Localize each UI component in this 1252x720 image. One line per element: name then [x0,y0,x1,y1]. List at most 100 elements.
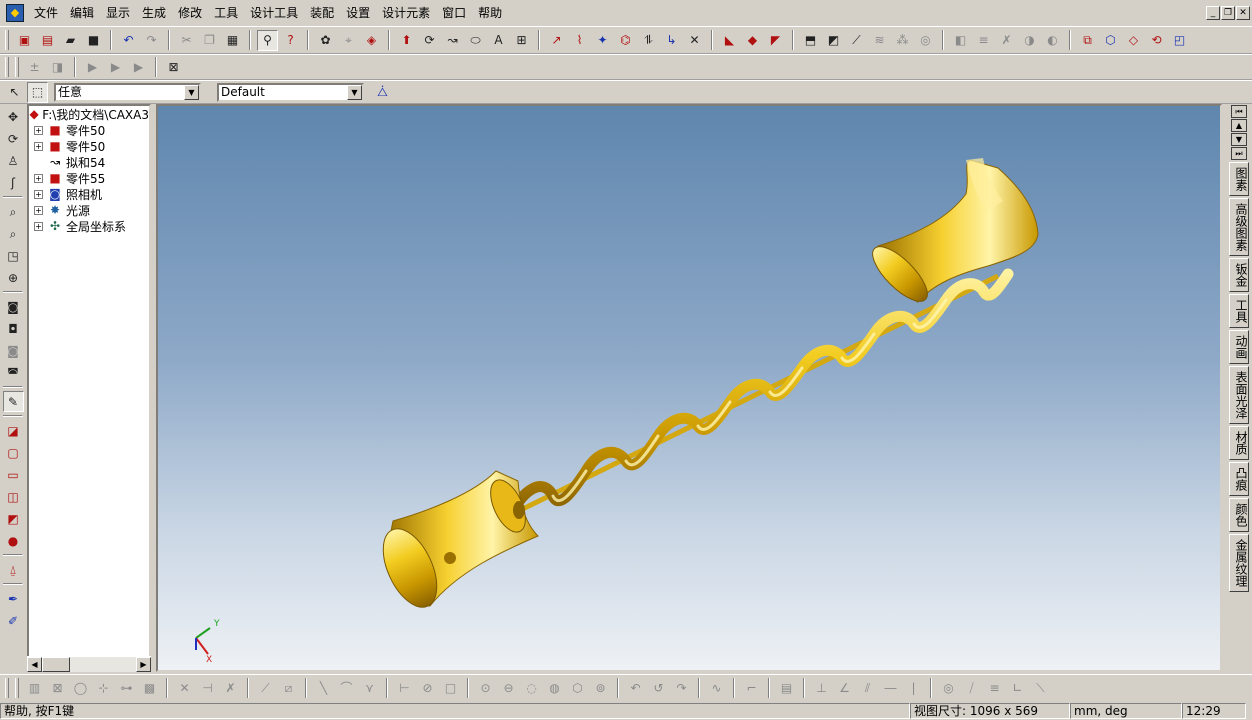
orbit-icon[interactable]: ⟳ [3,128,24,149]
sketch-icon[interactable]: ✎ [2,391,24,412]
tree-item[interactable]: + ◙ 照相机 [29,186,149,202]
toolbar-grip[interactable] [5,30,9,50]
scroll-thumb[interactable] [42,657,70,672]
text-icon[interactable]: A [488,30,509,51]
sketch-tangent-circle-icon[interactable]: ◍ [544,677,565,698]
expand-icon[interactable]: + [34,141,43,151]
expand-icon[interactable]: + [34,189,43,199]
copy-icon[interactable]: ❐ [199,30,220,51]
sketch-horizontal-icon[interactable]: ― [880,677,901,698]
tree-root[interactable]: ◆ F:\我的文档\CAXA3 [29,106,150,122]
point-to-icon[interactable]: ⊕ [3,267,24,288]
show-all-icon[interactable]: ◪ [3,420,24,441]
sketch-rect-icon[interactable]: ⊠ [47,677,68,698]
fit-icon[interactable]: ⊞ [511,30,532,51]
tab-metal-textures[interactable]: 金属纹理 [1229,534,1249,592]
camera-orbit-icon[interactable]: ◚ [3,362,24,383]
camera-move-icon[interactable]: ◙ [3,340,24,361]
sketch-fillet-icon[interactable]: ⟋ [255,677,276,698]
surface-section-icon[interactable]: ⧉ [1077,30,1098,51]
tab-bumps[interactable]: 凸痕 [1229,462,1249,496]
menu-assembly[interactable]: 装配 [304,2,340,24]
show-sheet-icon[interactable]: ▭ [3,464,24,485]
tree-item[interactable]: + ✸ 光源 [29,202,149,218]
draft-icon[interactable]: ≋ [869,30,890,51]
menu-help[interactable]: 帮助 [472,2,508,24]
walk-icon[interactable]: ♙ [3,150,24,171]
corkscrew-model[interactable] [372,158,1039,615]
sketch-offset-icon[interactable]: ⊹ [93,677,114,698]
model-render[interactable]: Y X [158,106,1220,670]
toolbar-grip[interactable] [5,57,9,77]
undo-icon[interactable]: ↶ [118,30,139,51]
sketch-tangent-constraint-icon[interactable]: ⟍ [1030,677,1051,698]
menu-generate[interactable]: 生成 [136,2,172,24]
camera-target-icon[interactable]: ◙ [3,296,24,317]
sketch-line-icon[interactable]: ╲ [313,677,334,698]
surface-thicken-icon[interactable]: ◤ [765,30,786,51]
sketch-perpendicular-icon[interactable]: ∟ [1007,677,1028,698]
sketch-polyline-icon[interactable]: ⊢ [394,677,415,698]
caxa-app-icon[interactable]: ◆ [6,4,24,22]
sketch-3pt-circle-icon[interactable]: ◌ [521,677,542,698]
surface-rotate-icon[interactable]: ⟲ [1146,30,1167,51]
refold-icon[interactable]: ▶ [128,57,149,78]
restore-button[interactable]: ❐ [1221,6,1235,20]
offset-curve-icon[interactable]: ⥮ [638,30,659,51]
redo-icon[interactable]: ↷ [141,30,162,51]
sketch-hatch-icon[interactable]: ▤ [776,677,797,698]
context-help-icon[interactable]: ? [280,30,301,51]
tab-shapes[interactable]: 图素 [1229,162,1249,196]
scroll-right-icon[interactable]: ▶ [136,657,151,672]
wireframe-icon[interactable]: ⌖ [338,30,359,51]
sketch-slot-icon[interactable]: ⊚ [590,677,611,698]
configuration-combo[interactable]: Default ▼ [217,82,364,102]
tab-colors[interactable]: 颜色 [1229,498,1249,532]
helix-icon[interactable]: ⌬ [615,30,636,51]
show-parts-icon[interactable]: ▢ [3,442,24,463]
tree-item[interactable]: + ■ 零件50 [29,138,149,154]
revolve-icon[interactable]: ⟳ [419,30,440,51]
trim-curve-icon[interactable]: ✕ [684,30,705,51]
sketch-grid-icon[interactable]: ▥ [24,677,45,698]
toolbar-grip[interactable] [5,677,9,698]
sketch-chamfer-icon[interactable]: ⧄ [278,677,299,698]
tree-item[interactable]: + ■ 零件55 [29,170,149,186]
cut-icon[interactable]: ✂ [176,30,197,51]
3d-viewport[interactable]: Y X [156,104,1222,672]
paste-icon[interactable]: ▦ [222,30,243,51]
sketch-extend-icon[interactable]: ⊣ [197,677,218,698]
library-up-icon[interactable]: ▲ [1231,119,1247,132]
sketch-concentric-icon[interactable]: ◎ [938,677,959,698]
surface-ruled-icon[interactable]: ◇ [1123,30,1144,51]
tree-horizontal-scrollbar[interactable]: ◀ ▶ [27,656,151,672]
pan-icon[interactable]: ✥ [3,106,24,127]
sketch-polygon-icon[interactable]: ⬡ [567,677,588,698]
sketch-center-circle-icon[interactable]: ⊙ [475,677,496,698]
menu-window[interactable]: 窗口 [436,2,472,24]
smart-select-icon[interactable]: ⚲ [257,29,278,51]
tree-item[interactable]: ↝ 拟和54 [29,154,149,170]
zoom-window-icon[interactable]: ⌕ [3,223,24,244]
sketch-construction-icon[interactable]: ⌐ [741,677,762,698]
interference-check-icon[interactable]: ⊠ [163,57,184,78]
tree-item[interactable]: + ■ 零件50 [29,122,149,138]
sketch-spline-icon[interactable]: ∿ [706,677,727,698]
sketch-collinear-icon[interactable]: ≡ [984,677,1005,698]
close-button[interactable]: ✕ [1236,6,1250,20]
sketch-arc-tangent-icon[interactable]: ↷ [671,677,692,698]
sketch-arc-center-icon[interactable]: ↺ [648,677,669,698]
hierarchy-icon[interactable]: ⧊ [372,82,393,103]
material-icon[interactable]: ◈ [361,30,382,51]
split-icon[interactable]: ◧ [950,30,971,51]
loft-icon[interactable]: ⬭ [465,30,486,51]
design-tree-panel[interactable]: ◆ F:\我的文档\CAXA3 + ■ 零件50 + ■ 零件50 ↝ 拟和54… [27,104,151,672]
sketch-parallel-icon[interactable]: ⫽ [857,677,878,698]
color-picker-icon[interactable]: ✒ [3,588,24,609]
smart-dimension-icon[interactable]: ⍙ [3,559,24,580]
sketch-project-icon[interactable]: ⊶ [116,677,137,698]
measure-icon[interactable]: ✗ [996,30,1017,51]
camera-icon[interactable]: ◘ [3,318,24,339]
mirror-icon[interactable]: ≡ [973,30,994,51]
point-icon[interactable]: ✦ [592,30,613,51]
